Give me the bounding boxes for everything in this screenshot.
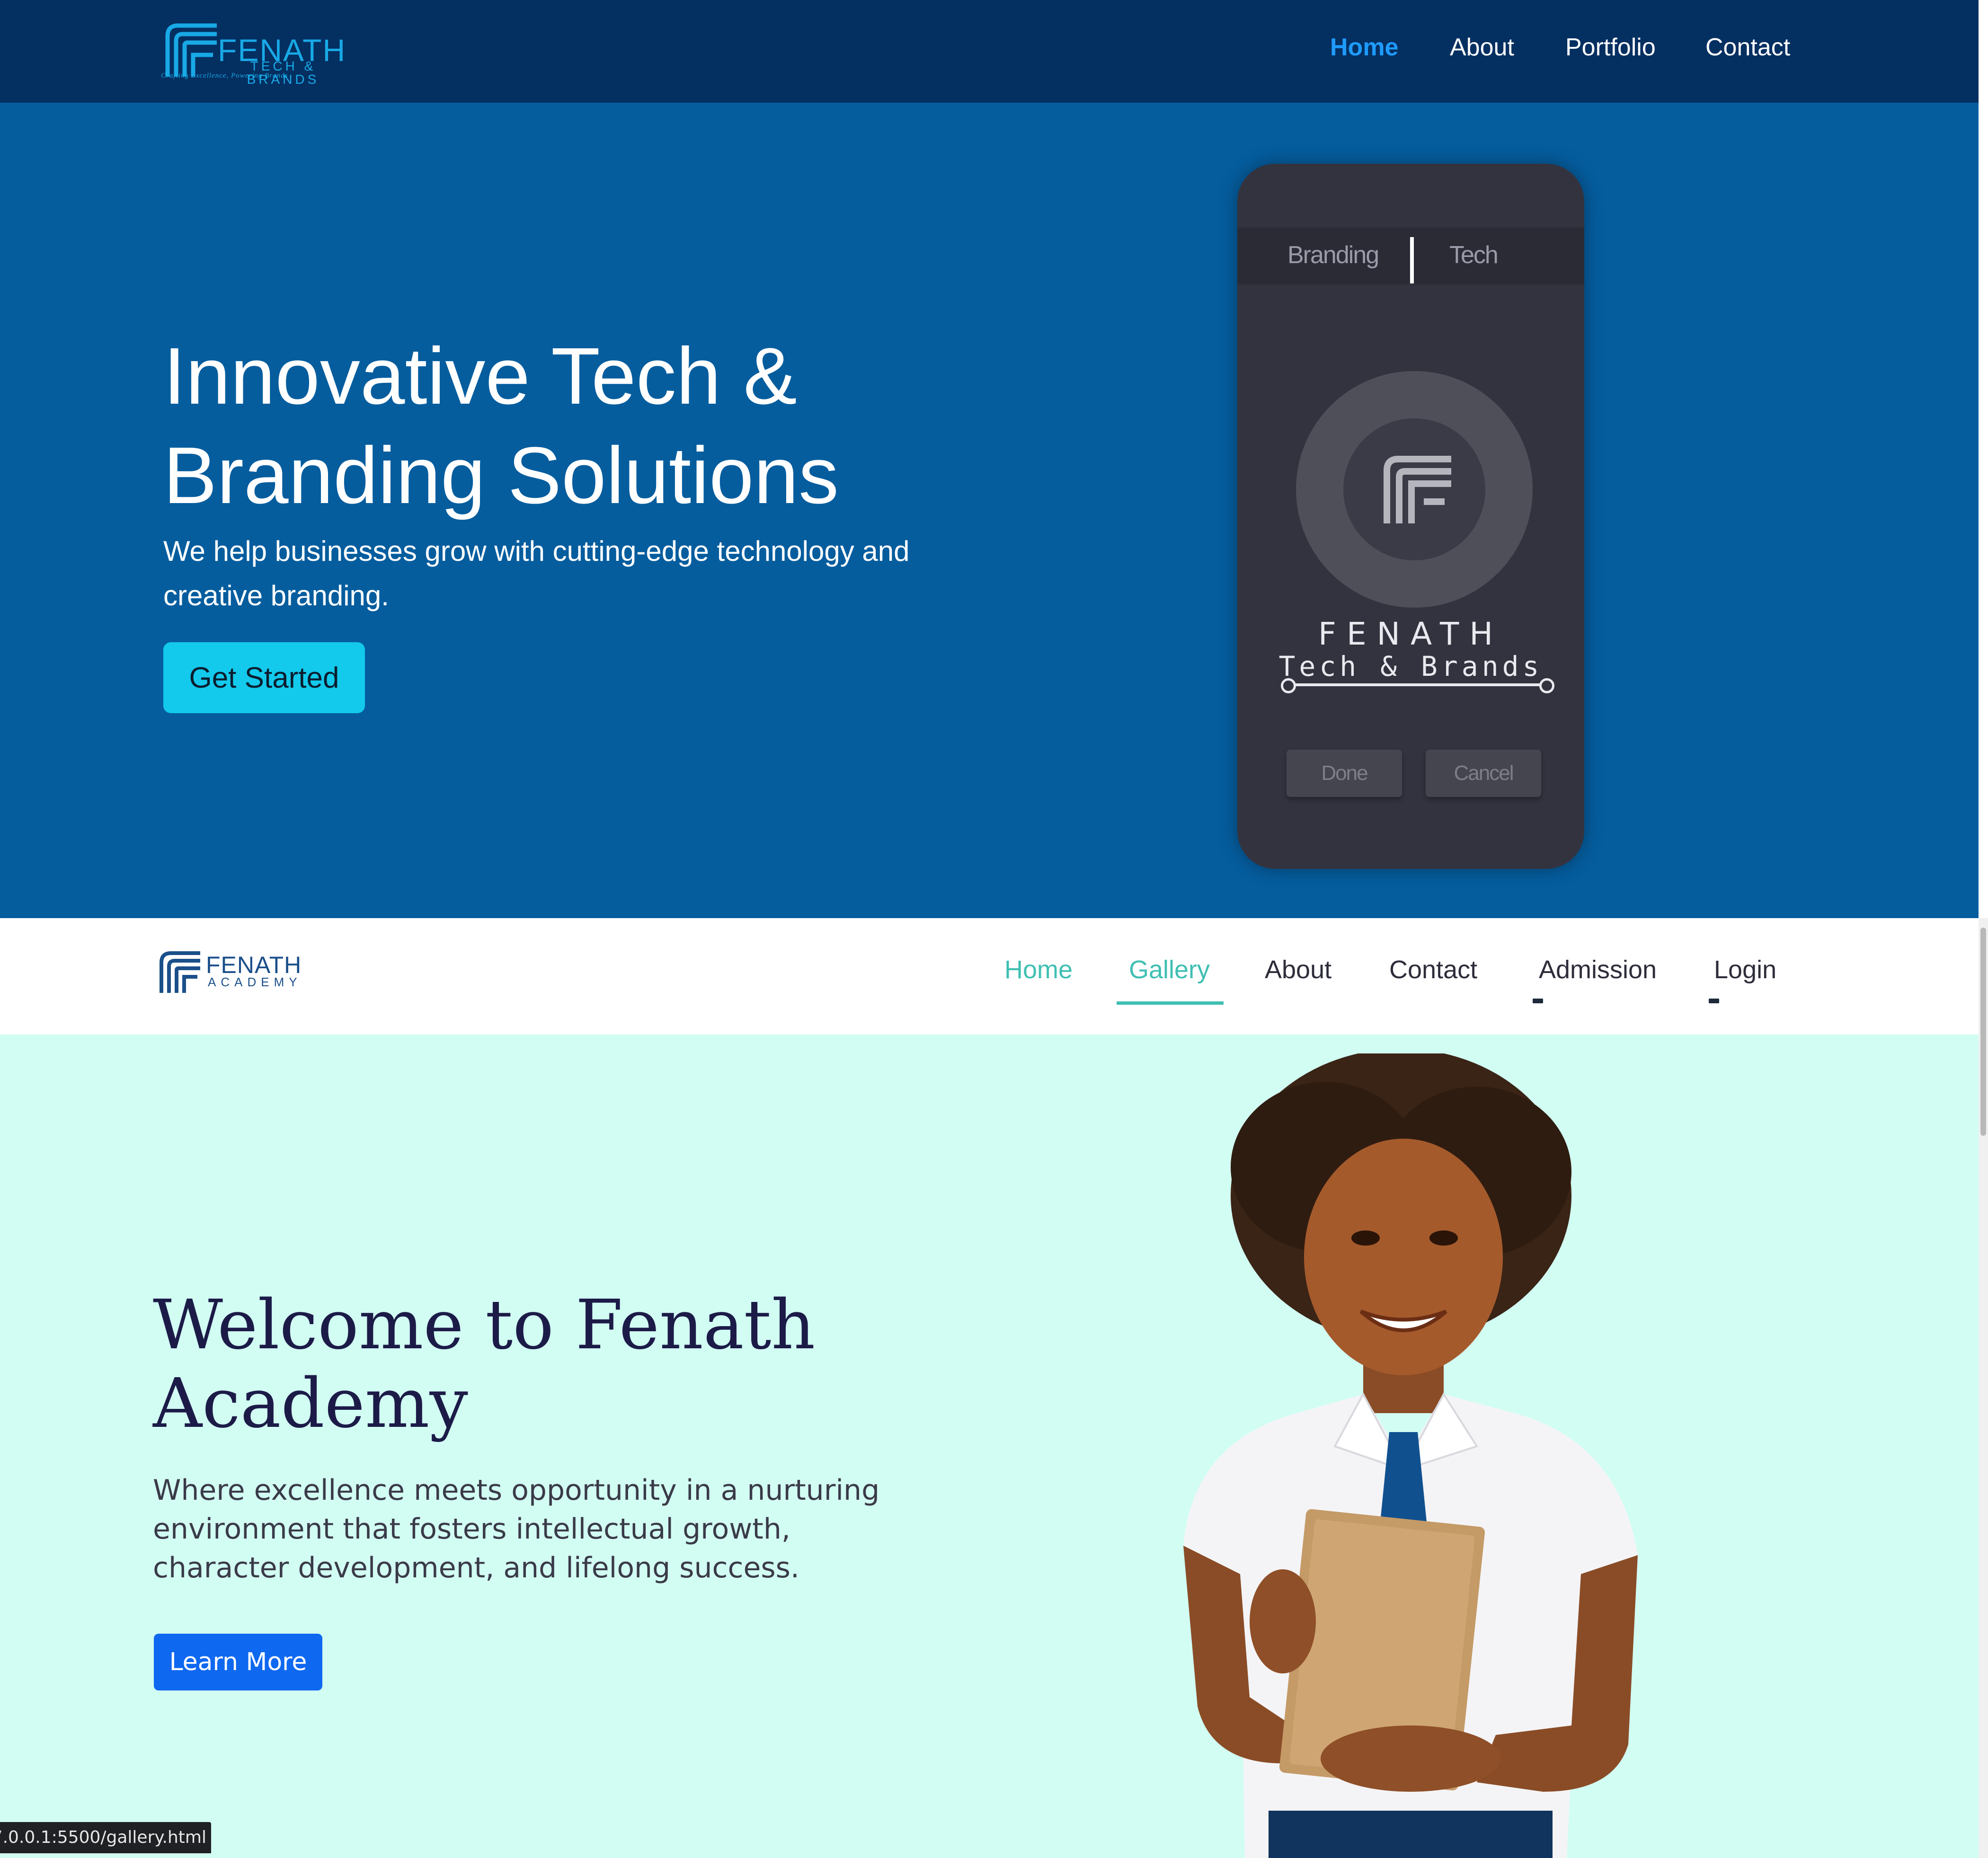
scrollbar-thumb[interactable] (1980, 928, 1986, 1136)
tech-nav-about[interactable]: About (1450, 33, 1514, 62)
academy-nav-home[interactable]: Home (1004, 955, 1073, 984)
fenath-f-icon (1384, 456, 1451, 523)
tech-nav-contact[interactable]: Contact (1705, 33, 1790, 62)
phone-mockup: Branding Tech FENATH Tech & Brands Done (1237, 164, 1584, 869)
gallery-active-underline (1117, 1001, 1224, 1005)
academy-navbar: FENATH ACADEMY Home Gallery About Contac… (0, 918, 1979, 1035)
tech-site: FENATH TECH & BRANDS Crafting Excellence… (0, 0, 1979, 918)
tech-logo-tagline: Crafting Excellence, Powering Brands (161, 72, 288, 80)
tech-logo[interactable]: FENATH TECH & BRANDS Crafting Excellence… (161, 19, 360, 86)
academy-nav-contact[interactable]: Contact (1389, 955, 1477, 984)
phone-cancel-button: Cancel (1426, 750, 1541, 797)
tech-hero-title: Innovative Tech & Branding Solutions (163, 331, 839, 521)
student-photo (1183, 1053, 1638, 1858)
phone-brand-tagline: Tech & Brands (1278, 650, 1543, 682)
status-bar-url: 27.0.0.1:5500/gallery.html (0, 1822, 211, 1853)
phone-underline-dot-left (1281, 678, 1296, 693)
tech-nav-home[interactable]: Home (1330, 33, 1398, 62)
academy-nav-admission[interactable]: Admission (1539, 955, 1657, 984)
fenath-logo-icon (165, 23, 217, 77)
academy-hero-description: Where excellence meets opportunity in a … (153, 1474, 880, 1584)
phone-tab-tech: Tech (1449, 241, 1499, 269)
tech-hero-subtitle: We help businesses grow with cutting-edg… (163, 535, 910, 611)
academy-hero: Welcome to Fenath Academy Where excellen… (0, 1035, 1979, 1858)
academy-logo-subtitle: ACADEMY (208, 975, 302, 989)
status-url-text: 27.0.0.1:5500/gallery.html (0, 1828, 206, 1847)
academy-hero-title: Welcome to Fenath Academy (153, 1285, 816, 1443)
phone-logo-inner (1343, 418, 1485, 560)
phone-brand-underline (1287, 683, 1552, 686)
fenath-academy-logo-icon (160, 951, 200, 993)
admission-dropdown-caret-icon[interactable] (1533, 999, 1543, 1003)
phone-logo-circle (1296, 371, 1533, 608)
phone-tab-divider (1410, 237, 1414, 283)
academy-nav-about[interactable]: About (1265, 955, 1331, 984)
tech-navbar: FENATH TECH & BRANDS Crafting Excellence… (0, 0, 1979, 103)
tech-nav-portfolio[interactable]: Portfolio (1565, 33, 1656, 62)
phone-tab-branding: Branding (1287, 241, 1379, 269)
phone-tab-bar: Branding Tech (1237, 228, 1584, 284)
login-dropdown-caret-icon[interactable] (1709, 999, 1719, 1003)
academy-nav-gallery[interactable]: Gallery (1129, 955, 1210, 984)
academy-nav-login[interactable]: Login (1714, 955, 1776, 984)
phone-brand-name: FENATH (1318, 616, 1503, 652)
learn-more-button[interactable]: Learn More (154, 1634, 322, 1690)
phone-done-button: Done (1287, 750, 1402, 797)
phone-underline-dot-right (1539, 678, 1554, 693)
get-started-button[interactable]: Get Started (163, 642, 365, 713)
academy-logo[interactable]: FENATH ACADEMY (159, 947, 310, 995)
